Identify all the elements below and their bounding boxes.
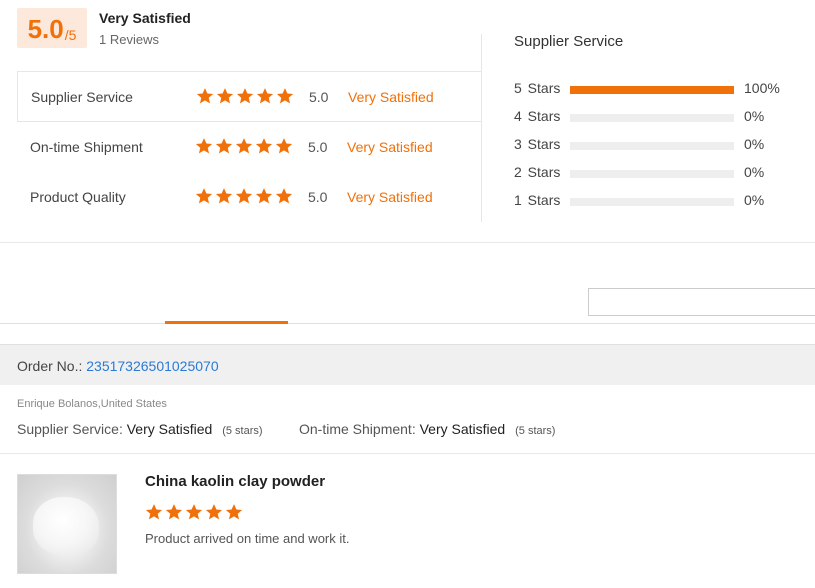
distribution-bar <box>570 142 734 150</box>
overall-score-badge: 5.0 /5 <box>17 8 87 48</box>
star-icon <box>255 188 273 204</box>
distribution-label: 4 Stars <box>514 108 561 124</box>
order-number-label: Order No.: <box>17 358 83 374</box>
star-icon <box>196 88 214 104</box>
on-time-shipment-label: On-time Shipment: <box>299 421 416 437</box>
star-icon <box>255 138 273 154</box>
order-number-link[interactable]: 23517326501025070 <box>86 358 218 374</box>
star-icon <box>276 88 294 104</box>
star-icon <box>225 504 243 520</box>
overall-score-max: /5 <box>64 27 77 43</box>
review-comment: Product arrived on time and work it. <box>145 531 350 546</box>
star-icon <box>216 88 234 104</box>
rating-label: Supplier Service <box>31 89 133 105</box>
overall-score: 5.0 <box>27 14 64 44</box>
supplier-service-value: Very Satisfied <box>126 421 213 437</box>
distribution-percent: 0% <box>744 192 765 208</box>
rating-verdict: Very Satisfied <box>347 189 433 205</box>
star-icon <box>195 138 213 154</box>
star-icon <box>185 504 203 520</box>
star-icon <box>256 88 274 104</box>
star-icon <box>215 138 233 154</box>
distribution-row-4: 4 Stars 0% <box>514 108 794 126</box>
on-time-shipment-stars: (5 stars) <box>515 425 556 437</box>
distribution-label: 3 Stars <box>514 136 561 152</box>
on-time-shipment-value: Very Satisfied <box>419 421 506 437</box>
product-rating-stars <box>145 503 243 521</box>
rating-stars <box>195 187 293 205</box>
star-icon <box>195 188 213 204</box>
star-icon <box>215 188 233 204</box>
search-input[interactable] <box>588 288 815 316</box>
distribution-row-1: 1 Stars 0% <box>514 192 794 210</box>
order-bar: Order No.: 23517326501025070 <box>0 344 815 385</box>
distribution-bar-fill <box>570 86 734 94</box>
distribution-row-2: 2 Stars 0% <box>514 164 794 182</box>
rating-verdict: Very Satisfied <box>347 139 433 155</box>
distribution-label: 1 Stars <box>514 192 561 208</box>
rating-row-supplier-service[interactable]: Supplier Service 5.0 Very Satisfied <box>17 72 482 122</box>
distribution-title: Supplier Service <box>514 33 624 50</box>
review-divider <box>0 453 815 454</box>
powder-image <box>33 497 99 555</box>
tabs-divider <box>0 323 815 324</box>
distribution-percent: 0% <box>744 136 765 152</box>
distribution-label: 2 Stars <box>514 164 561 180</box>
distribution-row-3: 3 Stars 0% <box>514 136 794 154</box>
rating-verdict: Very Satisfied <box>348 89 434 105</box>
distribution-bar <box>570 86 734 94</box>
overall-verdict: Very Satisfied <box>99 10 191 26</box>
distribution-label: 5 Stars <box>514 80 561 96</box>
distribution-bar <box>570 114 734 122</box>
ratings-table: Supplier Service 5.0 Very Satisfied On-t… <box>17 71 482 222</box>
distribution-row-5: 5 Stars 100% <box>514 80 794 98</box>
review-count: 1 Reviews <box>99 32 159 47</box>
vertical-divider <box>481 34 482 222</box>
star-icon <box>165 504 183 520</box>
supplier-service-stars: (5 stars) <box>222 425 263 437</box>
supplier-service-label: Supplier Service: <box>17 421 123 437</box>
product-title[interactable]: China kaolin clay powder <box>145 473 325 490</box>
rating-stars <box>196 87 294 105</box>
distribution-bar <box>570 198 734 206</box>
star-icon <box>275 188 293 204</box>
rating-label: Product Quality <box>30 189 126 205</box>
star-icon <box>235 188 253 204</box>
on-time-shipment-detail: On-time Shipment: Very Satisfied (5 star… <box>299 421 555 437</box>
rating-label: On-time Shipment <box>30 139 143 155</box>
order-number-row: Order No.: 23517326501025070 <box>17 358 219 374</box>
rating-row-product-quality[interactable]: Product Quality 5.0 Very Satisfied <box>17 172 482 222</box>
star-icon <box>236 88 254 104</box>
supplier-service-detail: Supplier Service: Very Satisfied (5 star… <box>17 421 263 437</box>
distribution-percent: 0% <box>744 108 765 124</box>
rating-score: 5.0 <box>308 189 328 205</box>
rating-score: 5.0 <box>308 139 328 155</box>
distribution-bar <box>570 170 734 178</box>
star-icon <box>205 504 223 520</box>
rating-score: 5.0 <box>309 89 329 105</box>
reviewer-info: Enrique Bolanos,United States <box>17 398 167 410</box>
rating-row-on-time-shipment[interactable]: On-time Shipment 5.0 Very Satisfied <box>17 122 482 172</box>
distribution-percent: 0% <box>744 164 765 180</box>
star-icon <box>275 138 293 154</box>
tab-active-indicator[interactable] <box>165 321 288 324</box>
product-thumbnail[interactable] <box>17 474 117 574</box>
distribution-percent: 100% <box>744 80 780 96</box>
star-icon <box>235 138 253 154</box>
rating-stars <box>195 137 293 155</box>
star-icon <box>145 504 163 520</box>
